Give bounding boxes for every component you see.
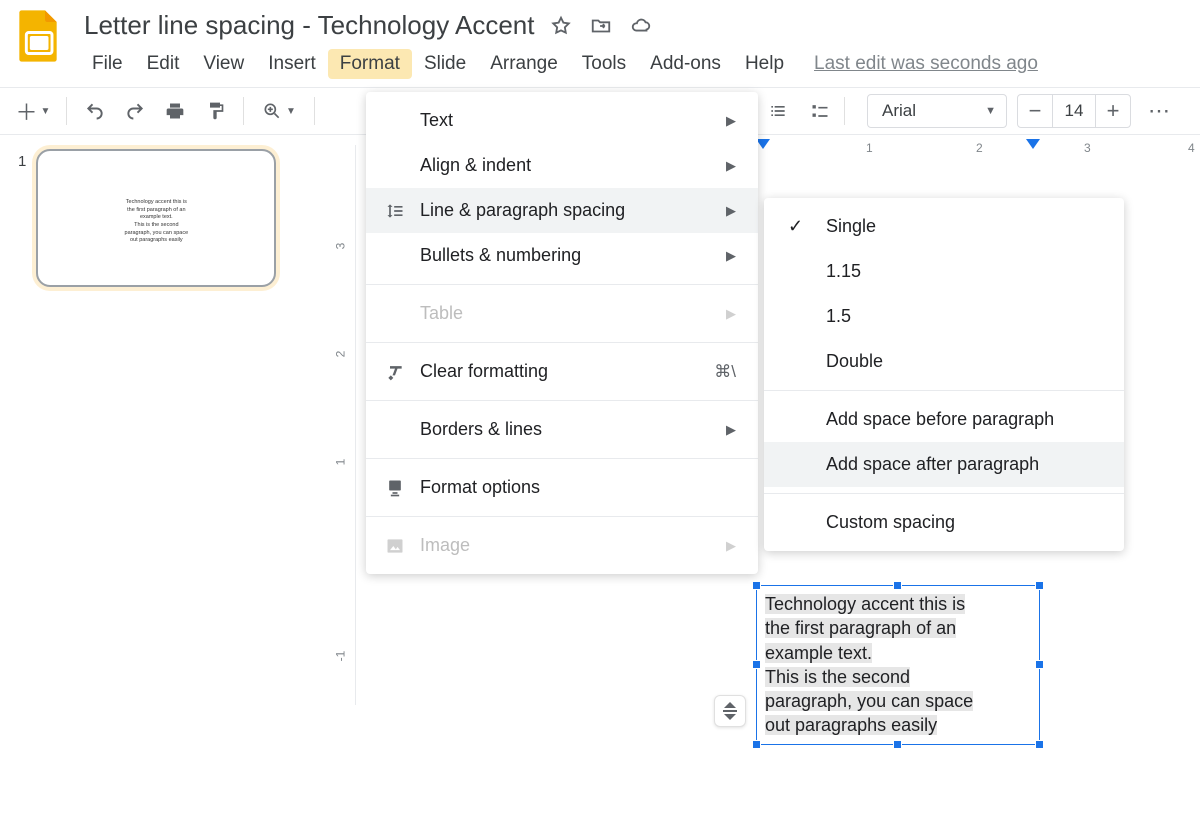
- image-icon: [384, 536, 406, 556]
- vertical-ruler: 3 2 1 -1: [326, 145, 356, 705]
- textbox-line[interactable]: paragraph, you can space: [765, 691, 973, 711]
- menu-file[interactable]: File: [80, 49, 135, 79]
- format-image: Image ▶: [366, 523, 758, 568]
- resize-handle[interactable]: [752, 740, 761, 749]
- line-spacing-icon: [384, 201, 406, 221]
- document-title[interactable]: Letter line spacing - Technology Accent: [84, 8, 534, 43]
- resize-handle[interactable]: [1035, 740, 1044, 749]
- textbox-line[interactable]: the first paragraph of an: [765, 618, 956, 638]
- resize-handle[interactable]: [1035, 660, 1044, 669]
- spacing-custom[interactable]: Custom spacing: [764, 500, 1124, 545]
- format-borders[interactable]: Borders & lines ▶: [366, 407, 758, 452]
- slides-logo: [10, 8, 66, 64]
- list-icon[interactable]: [760, 94, 796, 128]
- menu-slide[interactable]: Slide: [412, 49, 478, 79]
- slide-thumbnail-panel: 1 Technology accent this is the first pa…: [0, 135, 326, 819]
- menu-tools[interactable]: Tools: [570, 49, 638, 79]
- check-icon: ✓: [788, 216, 812, 237]
- move-to-folder-icon[interactable]: [590, 15, 612, 37]
- menubar: File Edit View Insert Format Slide Arran…: [80, 43, 1184, 87]
- star-icon[interactable]: [550, 15, 572, 37]
- textbox-line[interactable]: Technology accent this is: [765, 594, 965, 614]
- toolbar-more-icon[interactable]: ⋯: [1141, 94, 1177, 128]
- format-options-icon: [384, 478, 406, 498]
- font-size-stepper: − 14 +: [1017, 94, 1131, 128]
- undo-button[interactable]: [77, 94, 113, 128]
- format-options[interactable]: Format options: [366, 465, 758, 510]
- redo-button[interactable]: [117, 94, 153, 128]
- thumb-text: Technology accent this is the first para…: [78, 199, 234, 245]
- textbox-line[interactable]: example text.: [765, 643, 872, 663]
- spacing-double[interactable]: Double: [764, 339, 1124, 384]
- textbox-line[interactable]: This is the second: [765, 667, 910, 687]
- shortcut-label: ⌘\: [714, 362, 736, 382]
- resize-handle-icon[interactable]: [714, 695, 746, 727]
- spacing-add-after[interactable]: Add space after paragraph: [764, 442, 1124, 487]
- format-line-spacing[interactable]: Line & paragraph spacing ▶: [366, 188, 758, 233]
- resize-handle[interactable]: [752, 660, 761, 669]
- resize-handle[interactable]: [752, 581, 761, 590]
- print-button[interactable]: [157, 94, 193, 128]
- paint-format-button[interactable]: [197, 94, 233, 128]
- zoom-button[interactable]: ▼: [254, 94, 304, 128]
- new-slide-button[interactable]: ＋▼: [10, 94, 56, 128]
- resize-handle[interactable]: [893, 581, 902, 590]
- line-spacing-submenu: ✓ Single 1.15 1.5 Double Add space befor…: [764, 198, 1124, 551]
- horizontal-ruler: 1 2 3 4: [756, 135, 1200, 161]
- menu-arrange[interactable]: Arrange: [478, 49, 570, 79]
- resize-handle[interactable]: [1035, 581, 1044, 590]
- font-size-increase[interactable]: +: [1096, 95, 1130, 127]
- format-clear[interactable]: Clear formatting ⌘\: [366, 349, 758, 394]
- font-family-label: Arial: [882, 101, 916, 121]
- clear-formatting-icon: [384, 362, 406, 382]
- menu-addons[interactable]: Add-ons: [638, 49, 733, 79]
- spacing-1-15[interactable]: 1.15: [764, 249, 1124, 294]
- cloud-status-icon[interactable]: [630, 15, 652, 37]
- font-size-value[interactable]: 14: [1052, 95, 1096, 127]
- thumb-number: 1: [18, 153, 26, 170]
- format-text[interactable]: Text ▶: [366, 98, 758, 143]
- spacing-single[interactable]: ✓ Single: [764, 204, 1124, 249]
- menu-edit[interactable]: Edit: [135, 49, 192, 79]
- format-menu: Text ▶ Align & indent ▶ Line & paragraph…: [366, 92, 758, 574]
- textbox-line[interactable]: out paragraphs easily: [765, 715, 937, 735]
- spacing-1-5[interactable]: 1.5: [764, 294, 1124, 339]
- format-bullets[interactable]: Bullets & numbering ▶: [366, 233, 758, 278]
- menu-view[interactable]: View: [191, 49, 256, 79]
- slide-thumbnail[interactable]: Technology accent this is the first para…: [36, 149, 276, 287]
- menu-format[interactable]: Format: [328, 49, 412, 79]
- selected-textbox[interactable]: Technology accent this is the first para…: [756, 585, 1040, 745]
- font-size-decrease[interactable]: −: [1018, 95, 1052, 127]
- menu-help[interactable]: Help: [733, 49, 796, 79]
- spacing-add-before[interactable]: Add space before paragraph: [764, 397, 1124, 442]
- checklist-icon[interactable]: [802, 94, 838, 128]
- format-align-indent[interactable]: Align & indent ▶: [366, 143, 758, 188]
- resize-handle[interactable]: [893, 740, 902, 749]
- font-family-select[interactable]: Arial ▼: [867, 94, 1007, 128]
- menu-insert[interactable]: Insert: [256, 49, 328, 79]
- last-edit-link[interactable]: Last edit was seconds ago: [814, 53, 1038, 75]
- format-table: Table ▶: [366, 291, 758, 336]
